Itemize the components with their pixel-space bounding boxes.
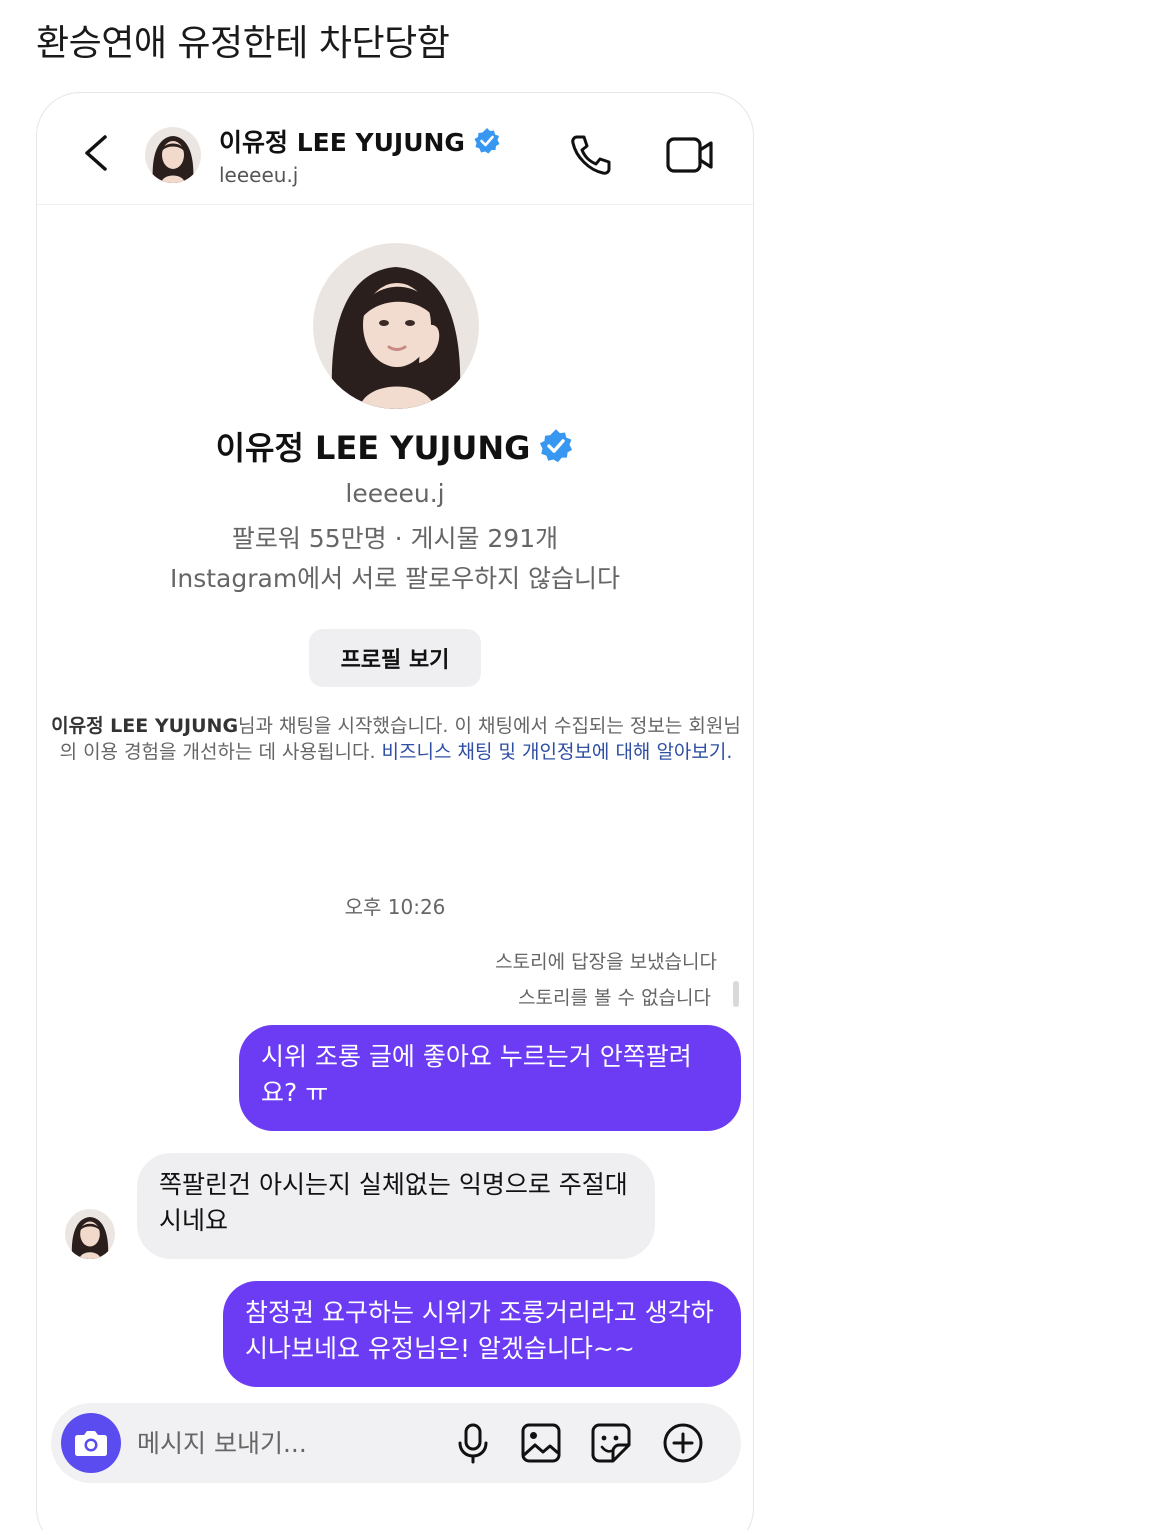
message-bubble-sent[interactable]: 시위 조롱 글에 좋아요 누르는거 안쪽팔려요? ㅠ bbox=[239, 1025, 741, 1131]
view-profile-button[interactable]: 프로필 보기 bbox=[309, 629, 481, 687]
message-timestamp: 오후 10:26 bbox=[344, 895, 446, 919]
phone-call-icon[interactable] bbox=[567, 131, 615, 179]
message-input[interactable] bbox=[137, 1421, 437, 1465]
notice-name: 이유정 LEE YUJUNG bbox=[51, 715, 239, 737]
profile-name: 이유정 LEE YUJUNG bbox=[215, 429, 531, 467]
post-title: 환승연애 유정한테 차단당함 bbox=[36, 23, 450, 64]
story-unavailable-label: 스토리를 볼 수 없습니다 bbox=[518, 987, 711, 1009]
header-handle: leeeeu.j bbox=[219, 163, 299, 187]
chat-start-notice: 이유정 LEE YUJUNG님과 채팅을 시작했습니다. 이 채팅에서 수집되는… bbox=[51, 713, 741, 765]
sender-avatar[interactable] bbox=[65, 1209, 115, 1259]
profile-avatar[interactable] bbox=[313, 243, 479, 409]
video-call-icon[interactable] bbox=[665, 133, 715, 177]
profile-handle: leeeeu.j bbox=[345, 479, 445, 508]
verified-badge-icon bbox=[540, 429, 573, 463]
gallery-icon[interactable] bbox=[519, 1421, 563, 1465]
chat-header: 이유정 LEE YUJUNG leeeeu.j bbox=[37, 93, 753, 205]
sticker-icon[interactable] bbox=[589, 1421, 633, 1465]
verified-badge-icon bbox=[474, 128, 500, 154]
plus-circle-icon[interactable] bbox=[661, 1421, 705, 1465]
profile-mutual-follow: Instagram에서 서로 팔로우하지 않습니다 bbox=[169, 564, 621, 593]
message-bubble-sent[interactable]: 참정권 요구하는 시위가 조롱거리라고 생각하시나보네요 유정님은! 알겠습니다… bbox=[223, 1281, 741, 1387]
story-placeholder-bar bbox=[733, 981, 739, 1007]
header-avatar[interactable] bbox=[145, 127, 201, 183]
camera-button[interactable] bbox=[61, 1413, 121, 1473]
message-composer bbox=[51, 1403, 741, 1483]
message-bubble-received[interactable]: 쪽팔린건 아시는지 실체없는 익명으로 주절대시네요 bbox=[137, 1153, 655, 1259]
story-reply-label: 스토리에 답장을 보냈습니다 bbox=[495, 951, 717, 973]
camera-icon bbox=[75, 1431, 107, 1456]
header-name[interactable]: 이유정 LEE YUJUNG bbox=[219, 123, 465, 159]
back-chevron-icon[interactable] bbox=[77, 131, 117, 175]
dm-screen: 이유정 LEE YUJUNG leeeeu.j 이유정 LEE YUJUNG l… bbox=[36, 92, 754, 1530]
profile-stats: 팔로워 55만명 · 게시물 291개 bbox=[231, 524, 559, 553]
privacy-learn-more-link[interactable]: 비즈니스 채팅 및 개인정보에 대해 알아보기. bbox=[382, 741, 733, 763]
microphone-icon[interactable] bbox=[451, 1421, 495, 1465]
